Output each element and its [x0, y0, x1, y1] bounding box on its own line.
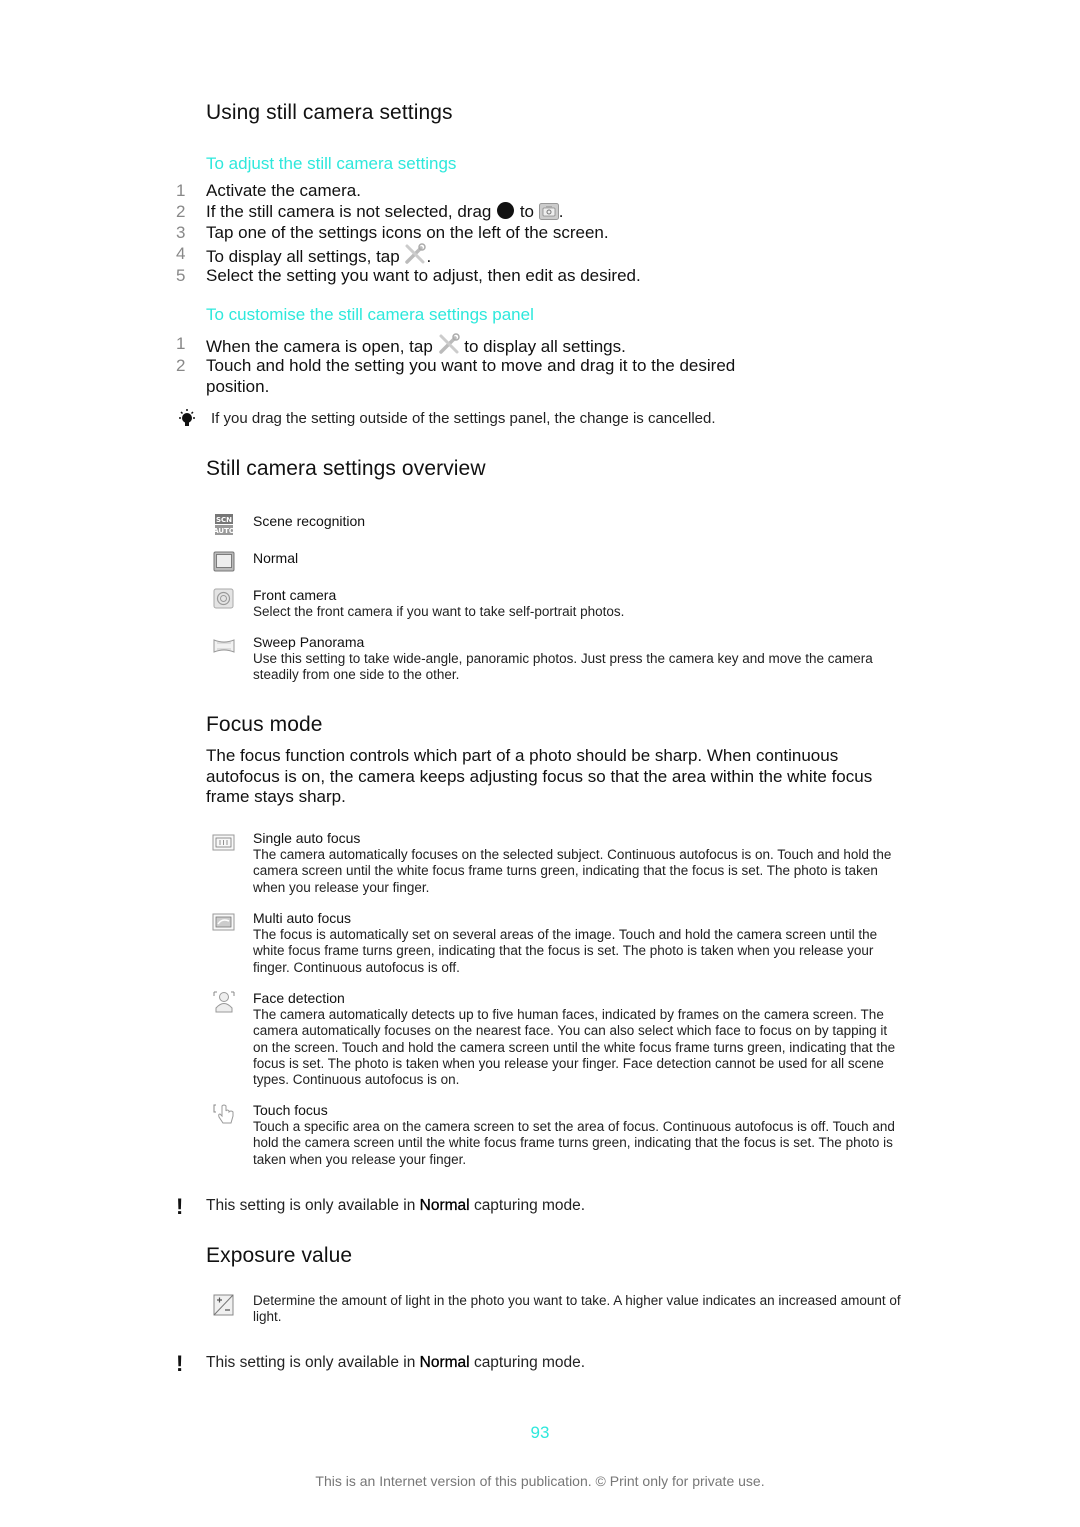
step-number: 1 [176, 334, 186, 353]
exclamation-warning-icon: ! [176, 1194, 184, 1219]
step-number: 4 [176, 244, 186, 263]
sweep-panorama-icon [212, 634, 236, 658]
svg-text:SCN: SCN [216, 516, 232, 524]
touch-focus-icon [212, 1102, 236, 1126]
item-description: Touch a specific area on the camera scre… [253, 1119, 895, 1167]
tip-text: If you drag the setting outside of the s… [211, 410, 716, 427]
multi-auto-focus-icon [212, 910, 236, 934]
subheading-customise-panel: To customise the still camera settings p… [206, 305, 534, 324]
face-detection-icon [212, 990, 236, 1014]
item-description: Use this setting to take wide-angle, pan… [253, 651, 873, 683]
step-text: Select the setting you want to adjust, t… [206, 266, 641, 285]
step-number: 2 [176, 356, 186, 375]
page-number: 93 [530, 1423, 550, 1442]
step-number: 3 [176, 223, 186, 242]
item-description: The camera automatically focuses on the … [253, 847, 892, 895]
normal-mode-icon [212, 550, 236, 574]
lightbulb-tip-icon [176, 408, 198, 434]
footer-notice: This is an Internet version of this publ… [315, 1473, 765, 1489]
section-title-overview: Still camera settings overview [206, 457, 486, 480]
step-number: 2 [176, 202, 186, 221]
item-title: Normal [253, 550, 299, 566]
item-title: Face detection [253, 990, 345, 1006]
exposure-value-icon [212, 1293, 236, 1317]
step-text-before: To display all settings, tap [206, 247, 400, 266]
section-title-using-still-camera: Using still camera settings [206, 101, 453, 124]
scene-recognition-icon: SCN AUTO [212, 513, 236, 537]
item-title: Front camera [253, 587, 337, 603]
item-title: Single auto focus [253, 830, 361, 846]
warning-text: This setting is only available in Normal… [206, 1354, 585, 1372]
exclamation-warning-icon: ! [176, 1351, 184, 1376]
front-camera-icon [212, 587, 236, 611]
step-text: Tap one of the settings icons on the lef… [206, 223, 609, 242]
warning-text: This setting is only available in Normal… [206, 1197, 585, 1215]
warning-text-before: This setting is only available in [206, 1354, 416, 1371]
step-text-after: . [558, 202, 564, 221]
warning-text-after: capturing mode. [473, 1197, 586, 1214]
single-auto-focus-icon [212, 830, 236, 854]
step-text: Touch and hold the setting you want to m… [206, 356, 736, 396]
section-title-focus-mode: Focus mode [206, 713, 323, 736]
item-title: Sweep Panorama [253, 634, 365, 650]
warning-text-bold: Normal [419, 1197, 470, 1214]
item-description: The camera automatically detects up to f… [253, 1007, 896, 1088]
item-title: Multi auto focus [253, 910, 352, 926]
focus-intro-paragraph: The focus function controls which part o… [206, 746, 873, 806]
section-title-exposure-value: Exposure value [206, 1244, 353, 1267]
step-number: 5 [176, 266, 186, 285]
step-text: Activate the camera. [206, 181, 361, 200]
subheading-adjust-settings: To adjust the still camera settings [206, 154, 457, 173]
warning-text-bold: Normal [419, 1354, 470, 1371]
step-text-after: to display all settings. [464, 337, 626, 356]
item-description: Select the front camera if you want to t… [253, 604, 625, 619]
warning-text-after: capturing mode. [473, 1354, 586, 1371]
item-description: Determine the amount of light in the pho… [253, 1293, 901, 1325]
warning-text-before: This setting is only available in [206, 1197, 416, 1214]
step-text-mid: to [519, 202, 535, 221]
step-number: 1 [176, 181, 186, 200]
step-text-before: When the camera is open, tap [206, 337, 433, 356]
svg-text:AUTO: AUTO [213, 527, 235, 535]
item-title: Scene recognition [253, 513, 366, 529]
step-text-after: . [426, 247, 432, 266]
step-text-before: If the still camera is not selected, dra… [206, 202, 492, 221]
item-title: Touch focus [253, 1102, 328, 1118]
item-description: The focus is automatically set on severa… [253, 927, 878, 975]
